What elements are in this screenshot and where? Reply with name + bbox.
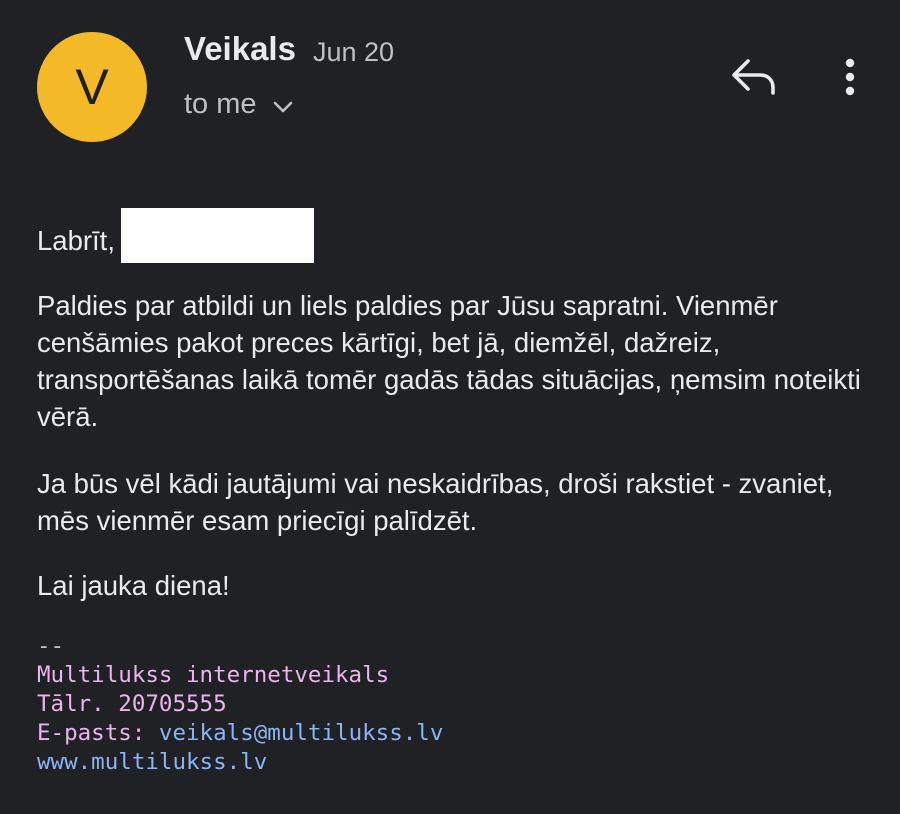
message-greeting: Labrīt, (37, 208, 867, 264)
email-date: Jun 20 (313, 37, 395, 67)
message-paragraph-2: Ja būs vēl kādi jautājumi vai neskaidrīb… (37, 468, 834, 536)
more-vert-icon[interactable] (836, 56, 864, 100)
email-signature: -- Multilukss internetveikals Tālr. 207055… (37, 632, 443, 777)
chevron-down-icon (273, 101, 292, 112)
reply-icon[interactable] (730, 55, 778, 99)
signature-email-label: E-pasts: (37, 720, 159, 746)
sender-avatar[interactable]: V (37, 32, 147, 142)
signature-company: Multilukss internetveikals (37, 662, 390, 688)
signature-website-link[interactable]: www.multilukss.lv (37, 748, 443, 777)
recipient-label: to me (184, 88, 257, 120)
signature-separator: -- (37, 633, 65, 659)
greeting-text: Labrīt, (37, 225, 115, 256)
message-paragraph-1: Paldies par atbildi un liels paldies par… (37, 290, 861, 432)
signature-phone: Tālr. 20705555 (37, 691, 227, 717)
redacted-name (120, 208, 314, 264)
signature-email-link[interactable]: veikals@multilukss.lv (159, 720, 443, 746)
recipient-details-toggle[interactable]: to me (184, 88, 293, 121)
sender-name: Veikals (184, 30, 296, 67)
message-closing: Lai jauka diena! (37, 570, 230, 601)
signature-email-row: E-pasts: veikals@multilukss.lv (37, 719, 443, 748)
